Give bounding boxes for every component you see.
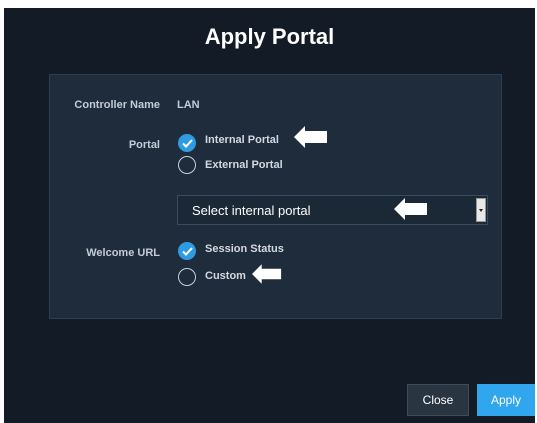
session-status-radio[interactable] xyxy=(178,242,196,260)
check-icon xyxy=(182,139,193,148)
close-button[interactable]: Close xyxy=(407,384,469,416)
controller-name-value: LAN xyxy=(177,99,200,111)
custom-radio[interactable] xyxy=(178,268,196,286)
left-arrow-icon xyxy=(394,198,427,220)
external-portal-label[interactable]: External Portal xyxy=(205,159,283,171)
external-portal-radio[interactable] xyxy=(178,156,196,174)
apply-portal-dialog: Apply Portal Controller Name LAN Portal … xyxy=(4,8,535,423)
internal-portal-select[interactable]: Select internal portal xyxy=(177,195,488,225)
internal-portal-radio[interactable] xyxy=(178,134,196,152)
portal-label: Portal xyxy=(128,139,160,151)
select-value: Select internal portal xyxy=(192,203,311,218)
dialog-title: Apply Portal xyxy=(204,24,335,49)
session-status-label[interactable]: Session Status xyxy=(205,243,284,255)
check-icon xyxy=(182,247,193,256)
left-arrow-icon xyxy=(294,126,327,148)
form-panel: Controller Name LAN Portal Internal Port… xyxy=(49,74,502,319)
welcome-url-label: Welcome URL xyxy=(86,247,160,259)
controller-name-label: Controller Name xyxy=(74,99,160,111)
apply-button[interactable]: Apply xyxy=(477,384,535,416)
internal-portal-label[interactable]: Internal Portal xyxy=(205,134,279,146)
custom-label[interactable]: Custom xyxy=(205,270,246,282)
left-arrow-icon xyxy=(252,264,282,284)
dropdown-arrow-icon[interactable] xyxy=(476,198,486,222)
